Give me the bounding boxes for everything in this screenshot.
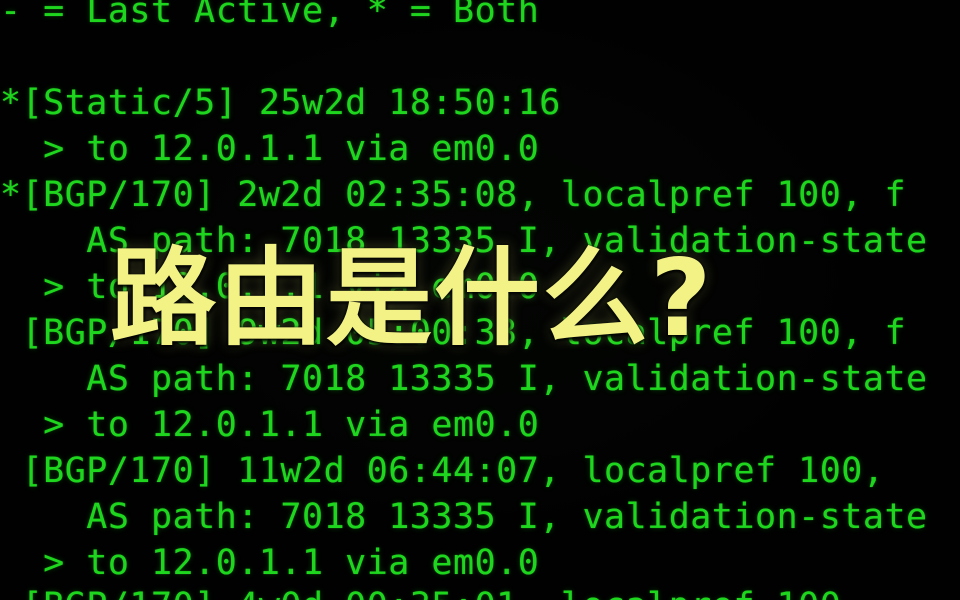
terminal-line: AS path: 7018 13335 I, validation-state xyxy=(0,497,928,537)
terminal-line: > to 12.0.1.1 via em0.0 xyxy=(0,405,540,445)
terminal-line: [BGP/170] 9w2d 05:00:33, localpref 100, … xyxy=(0,313,907,353)
terminal-line: [BGP/170] 11w2d 06:44:07, localpref 100, xyxy=(0,451,885,491)
terminal-line: - = Last Active, * = Both xyxy=(0,0,540,31)
terminal-line: [BGP/170] 4w0d 00:35:01, localpref 100 xyxy=(0,583,960,600)
terminal-line: AS path: 7018 13335 I, validation-state xyxy=(0,359,928,399)
terminal-output[interactable]: - = Last Active, * = Both *[Static/5] 25… xyxy=(0,0,960,600)
terminal-screen: - = Last Active, * = Both *[Static/5] 25… xyxy=(0,0,960,600)
terminal-line: > to 12.0.1.1 via em0.0 xyxy=(0,267,540,307)
terminal-line: > to 12.0.1.1 via em0.0 xyxy=(0,129,540,169)
terminal-line: AS path: 7018 13335 I, validation-state xyxy=(0,221,928,261)
terminal-line: > to 12.0.1.1 via em0.0 xyxy=(0,543,540,583)
terminal-line: *[BGP/170] 2w2d 02:35:08, localpref 100,… xyxy=(0,175,907,215)
terminal-line: *[Static/5] 25w2d 18:50:16 xyxy=(0,83,561,123)
